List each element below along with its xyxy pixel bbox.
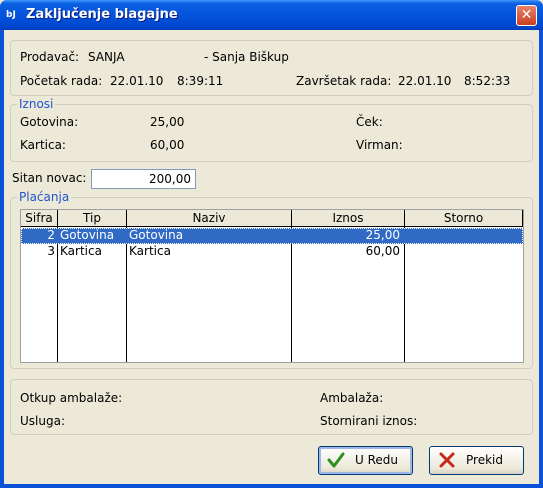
kartica-value: 60,00 — [150, 138, 185, 152]
zavrsetak-date: 22.01.10 — [398, 74, 452, 88]
stornirani-iznos-label: Stornirani iznos: — [320, 414, 418, 428]
cell-tip: Gotovina — [60, 228, 115, 242]
pocetak-time: 8:39:11 — [177, 74, 224, 88]
dialog-window: bJ Zaključenje blagajne ✕ Prodavač: SANJ… — [0, 0, 543, 488]
cell-tip: Kartica — [60, 244, 102, 258]
pocetak-date: 22.01.10 — [110, 74, 164, 88]
close-button[interactable]: ✕ — [516, 5, 537, 26]
checkmark-icon — [327, 452, 345, 468]
cell-sifra: 3 — [47, 244, 55, 258]
zavrsetak-time: 8:52:33 — [464, 74, 511, 88]
table-row[interactable]: 2 Gotovina Gotovina 25,00 — [21, 228, 523, 244]
iznosi-group: Iznosi — [10, 97, 533, 162]
column-header-iznos[interactable]: Iznos — [292, 210, 405, 227]
column-header-storno[interactable]: Storno — [405, 210, 523, 227]
dialog-body: Prodavač: SANJA - Sanja Bišk­up Početak … — [4, 30, 539, 484]
cell-iznos: 60,00 — [365, 244, 400, 258]
prodavac-name: - Sanja Bišk­up — [204, 50, 289, 64]
column-header-sifra[interactable]: Sifra — [21, 210, 58, 227]
cell-storno — [407, 244, 519, 260]
title-bar[interactable]: bJ Zaključenje blagajne ✕ — [0, 0, 543, 30]
cell-iznos: 25,00 — [365, 228, 400, 242]
cancel-button[interactable]: Prekid — [429, 446, 524, 475]
window-title: Zaključenje blagajne — [26, 7, 178, 22]
ok-button[interactable]: U Redu — [318, 446, 413, 475]
pocetak-label: Početak rada: — [20, 74, 103, 88]
cell-storno — [407, 228, 519, 244]
prodavac-value: SANJA — [88, 50, 125, 64]
cell-naziv: Kartica — [129, 244, 171, 258]
iznosi-title: Iznosi — [17, 97, 56, 111]
cell-naziv: Gotovina — [129, 228, 184, 242]
usluga-label: Usluga: — [20, 414, 65, 428]
prodavac-label: Prodavač: — [20, 50, 80, 64]
sitan-novac-input[interactable]: 200,00 — [91, 169, 196, 189]
cross-icon — [439, 452, 455, 468]
virman-label: Virman: — [356, 138, 403, 152]
kartica-label: Kartica: — [20, 138, 66, 152]
sitan-novac-label: Sitan novac: — [12, 171, 87, 185]
footer-group — [10, 379, 533, 435]
otkup-ambalaze-label: Otkup ambalaže: — [20, 391, 123, 405]
column-header-tip[interactable]: Tip — [58, 210, 127, 227]
payments-table[interactable]: Sifra Tip Naziv Iznos Storno 2 Gotovina … — [20, 209, 524, 363]
zavrsetak-label: Završetak rada: — [296, 74, 392, 88]
column-header-naziv[interactable]: Naziv — [127, 210, 292, 227]
ok-button-label: U Redu — [355, 453, 399, 467]
cancel-button-label: Prekid — [466, 453, 503, 467]
gotovina-label: Gotovina: — [20, 115, 79, 129]
placanja-title: Plaćanja — [17, 190, 72, 204]
ambalaza-label: Ambalaža: — [320, 391, 384, 405]
gotovina-value: 25,00 — [150, 115, 185, 129]
table-row[interactable]: 3 Kartica Kartica 60,00 — [21, 244, 523, 260]
cell-sifra: 2 — [47, 228, 55, 242]
app-icon: bJ — [6, 10, 16, 20]
cek-label: Ček: — [356, 115, 383, 129]
table-header: Sifra Tip Naziv Iznos Storno — [21, 210, 523, 227]
